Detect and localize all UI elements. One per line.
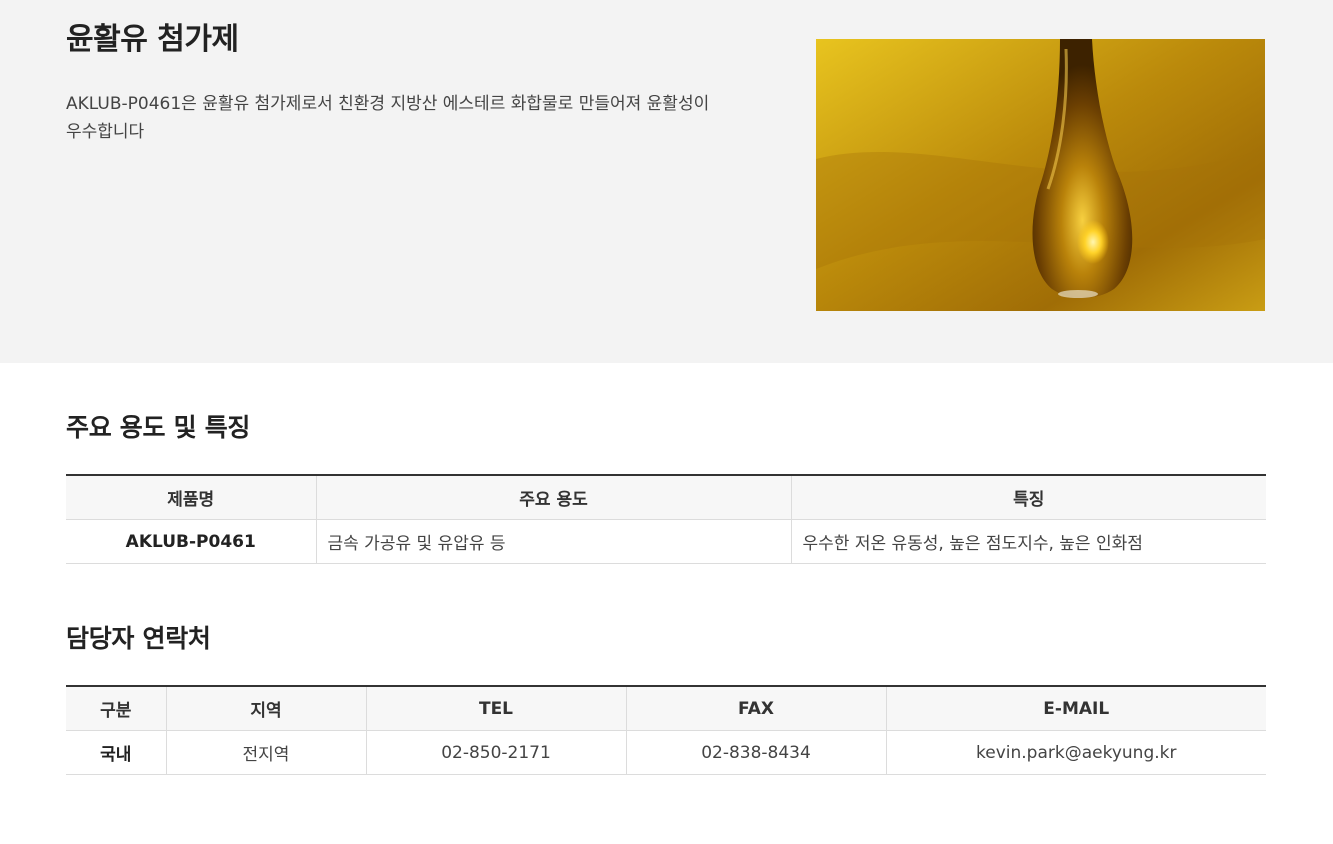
table-row: 국내 전지역 02-850-2171 02-838-8434 kevin.par…	[66, 730, 1266, 775]
header-email: E-MAIL	[885, 686, 1266, 731]
main-use-cell: 금속 가공유 및 유압유 등	[315, 519, 791, 564]
product-description: AKLUB-P0461은 윤활유 첨가제로서 친환경 지방산 에스테르 화합물로…	[66, 94, 710, 142]
page-title: 윤활유 첨가제	[66, 22, 239, 57]
feature-cell: 우수한 저온 유동성, 높은 점도지수, 높은 인화점	[790, 519, 1266, 564]
header-feature: 특징	[790, 475, 1266, 520]
contact-section-title: 담당자 연락처	[66, 624, 211, 653]
header-category: 구분	[66, 686, 166, 731]
fax-cell: 02-838-8434	[625, 730, 886, 775]
hero-banner: 윤활유 첨가제 AKLUB-P0461은 윤활유 첨가제로서 친환경 지방산 에…	[0, 0, 1333, 363]
region-cell: 전지역	[165, 730, 366, 775]
oil-drop-image	[816, 39, 1265, 311]
table-header-row: 제품명 주요 용도 특징	[66, 475, 1266, 520]
header-product-name: 제품명	[66, 475, 316, 520]
product-name-cell: AKLUB-P0461	[66, 519, 316, 564]
header-main-use: 주요 용도	[315, 475, 791, 520]
header-region: 지역	[165, 686, 366, 731]
product-uses-table: 제품명 주요 용도 특징 AKLUB-P0461 금속 가공유 및 유압유 등 …	[66, 474, 1266, 564]
uses-section-title: 주요 용도 및 특징	[66, 413, 251, 442]
email-cell[interactable]: kevin.park@aekyung.kr	[885, 730, 1266, 775]
tel-cell: 02-850-2171	[365, 730, 626, 775]
header-fax: FAX	[625, 686, 886, 731]
contact-table: 구분 지역 TEL FAX E-MAIL 국내 전지역 02-850-2171 …	[66, 685, 1266, 775]
header-tel: TEL	[365, 686, 626, 731]
oil-drop-illustration	[816, 39, 1265, 311]
category-cell: 국내	[66, 730, 166, 775]
table-header-row: 구분 지역 TEL FAX E-MAIL	[66, 686, 1266, 731]
table-row: AKLUB-P0461 금속 가공유 및 유압유 등 우수한 저온 유동성, 높…	[66, 519, 1266, 564]
